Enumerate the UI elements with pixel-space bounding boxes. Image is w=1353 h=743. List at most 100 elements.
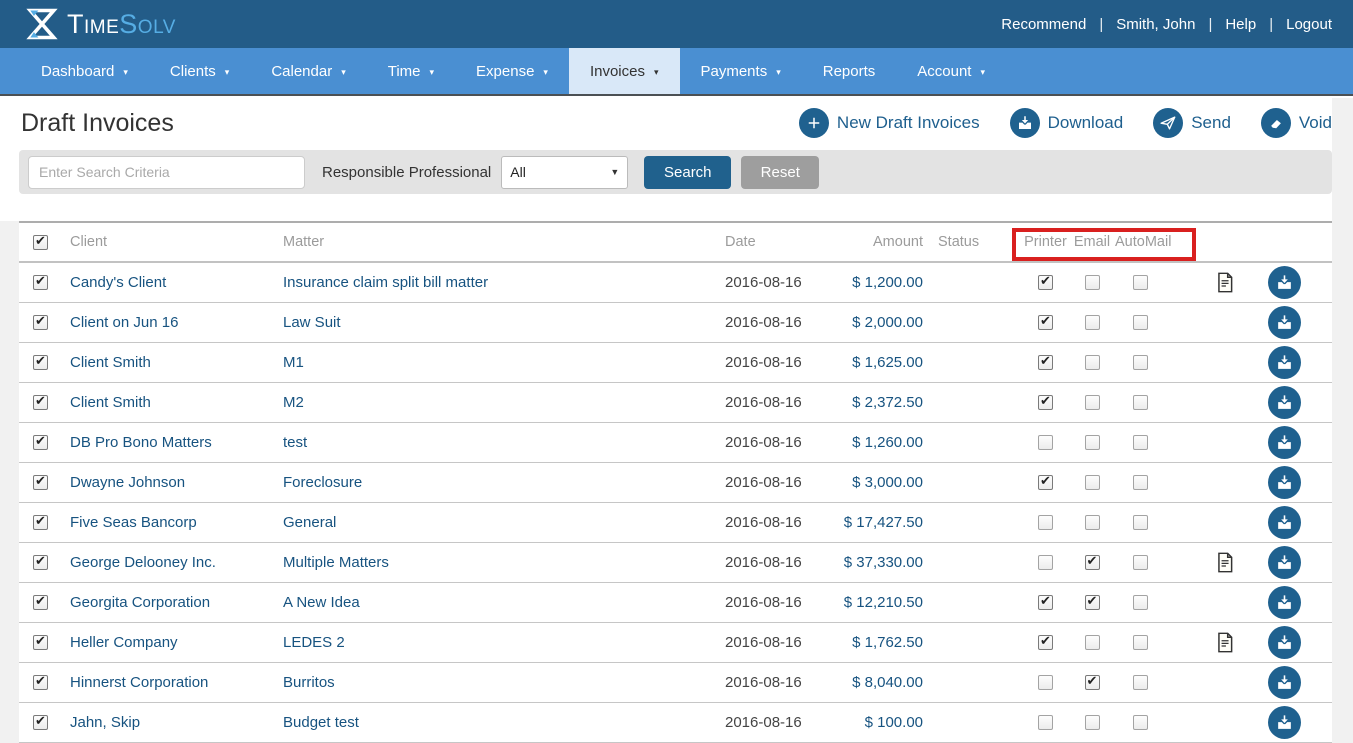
automail-checkbox[interactable]: [1133, 315, 1148, 330]
download-invoice-button[interactable]: [1268, 666, 1301, 699]
client-link[interactable]: Jahn, Skip: [70, 714, 140, 731]
row-select-checkbox[interactable]: [33, 555, 48, 570]
nav-item-expense[interactable]: Expense▾: [455, 48, 569, 94]
download-invoice-button[interactable]: [1268, 546, 1301, 579]
download-invoice-button[interactable]: [1268, 626, 1301, 659]
email-checkbox[interactable]: [1085, 595, 1100, 610]
automail-checkbox[interactable]: [1133, 355, 1148, 370]
row-select-checkbox[interactable]: [33, 395, 48, 410]
automail-checkbox[interactable]: [1133, 595, 1148, 610]
row-select-checkbox[interactable]: [33, 475, 48, 490]
matter-link[interactable]: Law Suit: [283, 314, 341, 331]
nav-item-dashboard[interactable]: Dashboard▾: [20, 48, 149, 94]
printer-checkbox[interactable]: [1038, 395, 1053, 410]
download-invoice-button[interactable]: [1268, 386, 1301, 419]
client-link[interactable]: Client Smith: [70, 394, 151, 411]
nav-item-account[interactable]: Account▾: [896, 48, 1006, 94]
nav-item-invoices[interactable]: Invoices▾: [569, 48, 680, 94]
download-invoice-button[interactable]: [1268, 506, 1301, 539]
send-button[interactable]: Send: [1153, 108, 1231, 138]
printer-checkbox[interactable]: [1038, 675, 1053, 690]
printer-checkbox[interactable]: [1038, 435, 1053, 450]
printer-checkbox[interactable]: [1038, 315, 1053, 330]
row-select-checkbox[interactable]: [33, 675, 48, 690]
matter-link[interactable]: M1: [283, 354, 304, 371]
matter-link[interactable]: test: [283, 434, 307, 451]
top-link-recommend[interactable]: Recommend: [1001, 16, 1086, 33]
email-checkbox[interactable]: [1085, 675, 1100, 690]
email-checkbox[interactable]: [1085, 355, 1100, 370]
automail-checkbox[interactable]: [1133, 715, 1148, 730]
row-select-checkbox[interactable]: [33, 595, 48, 610]
download-invoice-button[interactable]: [1268, 306, 1301, 339]
email-checkbox[interactable]: [1085, 395, 1100, 410]
row-select-checkbox[interactable]: [33, 275, 48, 290]
search-button[interactable]: Search: [644, 156, 731, 189]
printer-checkbox[interactable]: [1038, 595, 1053, 610]
search-input[interactable]: [28, 156, 305, 189]
row-select-checkbox[interactable]: [33, 635, 48, 650]
matter-link[interactable]: LEDES 2: [283, 634, 345, 651]
matter-link[interactable]: A New Idea: [283, 594, 360, 611]
email-checkbox[interactable]: [1085, 555, 1100, 570]
printer-checkbox[interactable]: [1038, 475, 1053, 490]
printer-checkbox[interactable]: [1038, 635, 1053, 650]
nav-item-calendar[interactable]: Calendar▾: [250, 48, 366, 94]
automail-checkbox[interactable]: [1133, 675, 1148, 690]
note-icon[interactable]: [1215, 550, 1236, 575]
responsible-professional-select[interactable]: All ▼: [501, 156, 628, 189]
client-link[interactable]: Client Smith: [70, 354, 151, 371]
top-link-logout[interactable]: Logout: [1286, 16, 1332, 33]
email-checkbox[interactable]: [1085, 275, 1100, 290]
email-checkbox[interactable]: [1085, 715, 1100, 730]
reset-button[interactable]: Reset: [741, 156, 819, 189]
timesolv-logo[interactable]: TIMESOLV: [24, 6, 176, 42]
client-link[interactable]: Hinnerst Corporation: [70, 674, 208, 691]
download-invoice-button[interactable]: [1268, 466, 1301, 499]
client-link[interactable]: Client on Jun 16: [70, 314, 178, 331]
email-checkbox[interactable]: [1085, 515, 1100, 530]
download-invoice-button[interactable]: [1268, 346, 1301, 379]
automail-checkbox[interactable]: [1133, 515, 1148, 530]
download-button[interactable]: Download: [1010, 108, 1124, 138]
client-link[interactable]: Georgita Corporation: [70, 594, 210, 611]
download-invoice-button[interactable]: [1268, 706, 1301, 739]
matter-link[interactable]: General: [283, 514, 336, 531]
automail-checkbox[interactable]: [1133, 475, 1148, 490]
matter-link[interactable]: Budget test: [283, 714, 359, 731]
nav-item-time[interactable]: Time▾: [367, 48, 455, 94]
note-icon[interactable]: [1215, 270, 1236, 295]
printer-checkbox[interactable]: [1038, 515, 1053, 530]
nav-item-reports[interactable]: Reports: [802, 48, 897, 94]
matter-link[interactable]: Insurance claim split bill matter: [283, 274, 488, 291]
client-link[interactable]: Heller Company: [70, 634, 178, 651]
automail-checkbox[interactable]: [1133, 435, 1148, 450]
printer-checkbox[interactable]: [1038, 275, 1053, 290]
top-link-smith-john[interactable]: Smith, John: [1116, 16, 1195, 33]
matter-link[interactable]: Foreclosure: [283, 474, 362, 491]
row-select-checkbox[interactable]: [33, 435, 48, 450]
email-checkbox[interactable]: [1085, 315, 1100, 330]
nav-item-payments[interactable]: Payments▾: [680, 48, 802, 94]
client-link[interactable]: George Delooney Inc.: [70, 554, 216, 571]
matter-link[interactable]: Burritos: [283, 674, 335, 691]
email-checkbox[interactable]: [1085, 635, 1100, 650]
nav-item-clients[interactable]: Clients▾: [149, 48, 250, 94]
row-select-checkbox[interactable]: [33, 355, 48, 370]
download-invoice-button[interactable]: [1268, 426, 1301, 459]
row-select-checkbox[interactable]: [33, 715, 48, 730]
client-link[interactable]: DB Pro Bono Matters: [70, 434, 212, 451]
top-link-help[interactable]: Help: [1225, 16, 1256, 33]
matter-link[interactable]: Multiple Matters: [283, 554, 389, 571]
row-select-checkbox[interactable]: [33, 515, 48, 530]
select-all-checkbox[interactable]: [33, 235, 48, 250]
row-select-checkbox[interactable]: [33, 315, 48, 330]
new-draft-invoices-button[interactable]: New Draft Invoices: [799, 108, 980, 138]
email-checkbox[interactable]: [1085, 475, 1100, 490]
printer-checkbox[interactable]: [1038, 555, 1053, 570]
printer-checkbox[interactable]: [1038, 715, 1053, 730]
automail-checkbox[interactable]: [1133, 395, 1148, 410]
note-icon[interactable]: [1215, 630, 1236, 655]
download-invoice-button[interactable]: [1268, 586, 1301, 619]
automail-checkbox[interactable]: [1133, 555, 1148, 570]
